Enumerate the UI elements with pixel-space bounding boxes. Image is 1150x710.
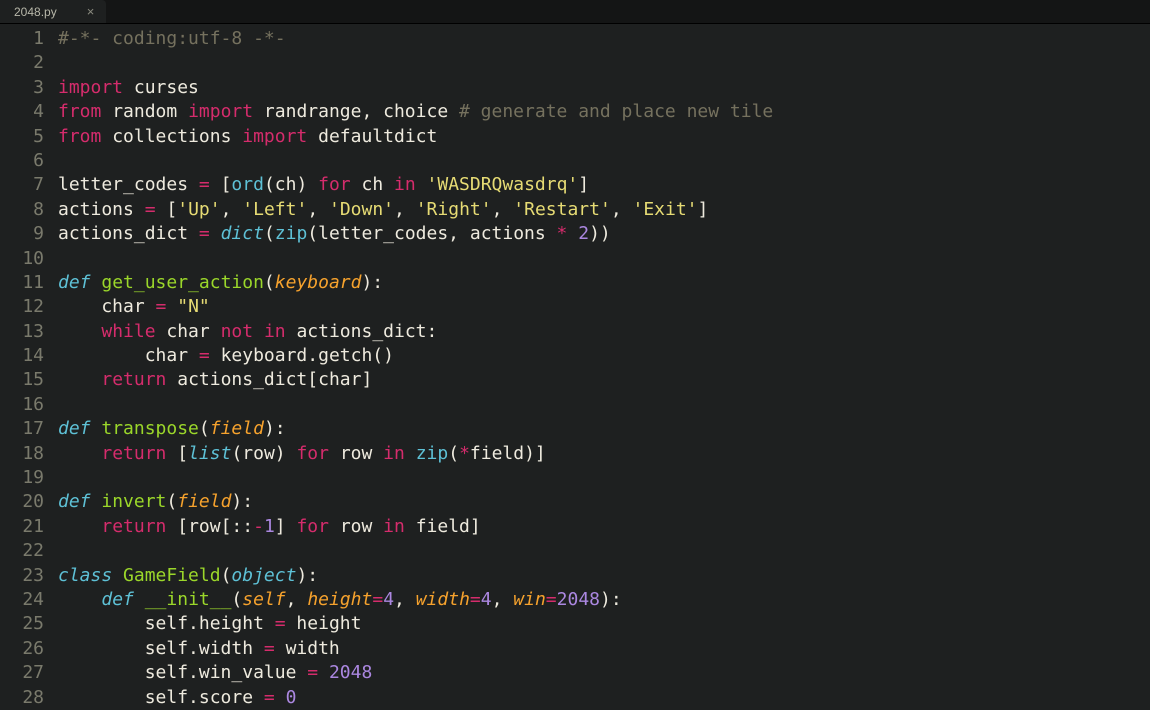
code-line[interactable]: import curses xyxy=(58,76,1150,100)
code-area[interactable]: #-*- coding:utf-8 -*- import cursesfrom … xyxy=(58,27,1150,710)
code-line[interactable]: from collections import defaultdict xyxy=(58,125,1150,149)
line-number: 10 xyxy=(0,247,44,271)
file-tab[interactable]: 2048.py × xyxy=(0,0,106,23)
code-line[interactable]: self.height = height xyxy=(58,612,1150,636)
line-number: 15 xyxy=(0,368,44,392)
line-number: 20 xyxy=(0,490,44,514)
line-number: 19 xyxy=(0,466,44,490)
code-line[interactable] xyxy=(58,539,1150,563)
code-line[interactable]: return actions_dict[char] xyxy=(58,368,1150,392)
code-line[interactable]: return [list(row) for row in zip(*field)… xyxy=(58,442,1150,466)
line-number: 2 xyxy=(0,51,44,75)
line-number: 21 xyxy=(0,515,44,539)
code-line[interactable]: class GameField(object): xyxy=(58,564,1150,588)
line-number: 6 xyxy=(0,149,44,173)
line-number: 1 xyxy=(0,27,44,51)
code-line[interactable]: self.width = width xyxy=(58,637,1150,661)
line-number: 13 xyxy=(0,320,44,344)
line-number: 7 xyxy=(0,173,44,197)
code-line[interactable]: def __init__(self, height=4, width=4, wi… xyxy=(58,588,1150,612)
line-number: 23 xyxy=(0,564,44,588)
line-number: 22 xyxy=(0,539,44,563)
line-number: 25 xyxy=(0,612,44,636)
line-number: 4 xyxy=(0,100,44,124)
code-line[interactable]: #-*- coding:utf-8 -*- xyxy=(58,27,1150,51)
line-number: 18 xyxy=(0,442,44,466)
line-number: 26 xyxy=(0,637,44,661)
code-line[interactable] xyxy=(58,393,1150,417)
code-line[interactable]: actions_dict = dict(zip(letter_codes, ac… xyxy=(58,222,1150,246)
code-editor[interactable]: 1234567891011121314151617181920212223242… xyxy=(0,24,1150,710)
code-line[interactable]: while char not in actions_dict: xyxy=(58,320,1150,344)
code-line[interactable]: def invert(field): xyxy=(58,490,1150,514)
code-line[interactable]: self.win_value = 2048 xyxy=(58,661,1150,685)
line-number: 9 xyxy=(0,222,44,246)
code-line[interactable]: actions = ['Up', 'Left', 'Down', 'Right'… xyxy=(58,198,1150,222)
code-line[interactable]: def transpose(field): xyxy=(58,417,1150,441)
code-line[interactable]: char = "N" xyxy=(58,295,1150,319)
line-number: 8 xyxy=(0,198,44,222)
tab-bar: 2048.py × xyxy=(0,0,1150,24)
code-line[interactable]: self.score = 0 xyxy=(58,686,1150,710)
code-line[interactable]: from random import randrange, choice # g… xyxy=(58,100,1150,124)
code-line[interactable] xyxy=(58,51,1150,75)
line-number: 16 xyxy=(0,393,44,417)
code-line[interactable]: return [row[::-1] for row in field] xyxy=(58,515,1150,539)
line-number-gutter: 1234567891011121314151617181920212223242… xyxy=(0,27,58,710)
code-line[interactable]: char = keyboard.getch() xyxy=(58,344,1150,368)
line-number: 5 xyxy=(0,125,44,149)
code-line[interactable] xyxy=(58,466,1150,490)
code-line[interactable]: letter_codes = [ord(ch) for ch in 'WASDR… xyxy=(58,173,1150,197)
line-number: 12 xyxy=(0,295,44,319)
line-number: 24 xyxy=(0,588,44,612)
close-icon[interactable]: × xyxy=(87,4,95,19)
code-line[interactable]: def get_user_action(keyboard): xyxy=(58,271,1150,295)
line-number: 17 xyxy=(0,417,44,441)
code-line[interactable] xyxy=(58,247,1150,271)
tab-filename: 2048.py xyxy=(14,5,57,19)
code-line[interactable] xyxy=(58,149,1150,173)
line-number: 3 xyxy=(0,76,44,100)
line-number: 28 xyxy=(0,686,44,710)
line-number: 14 xyxy=(0,344,44,368)
line-number: 27 xyxy=(0,661,44,685)
line-number: 11 xyxy=(0,271,44,295)
